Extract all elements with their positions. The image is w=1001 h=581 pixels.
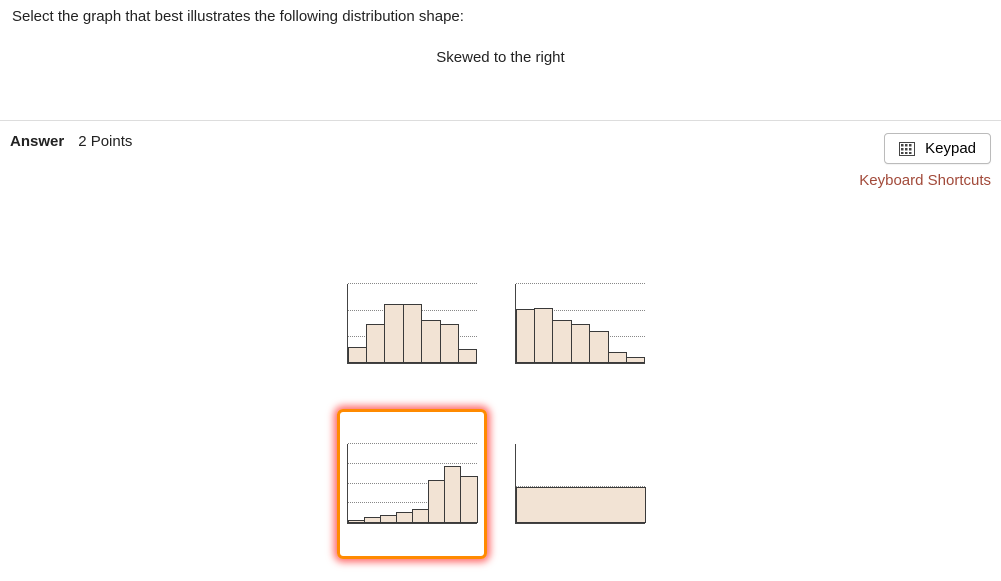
question-block: Select the graph that best illustrates t… <box>0 0 1001 96</box>
bar <box>364 517 381 523</box>
keypad-icon <box>899 142 915 156</box>
bar <box>458 349 477 363</box>
right-controls: Keypad Keyboard Shortcuts <box>859 133 991 189</box>
bars <box>516 284 645 363</box>
keyboard-shortcuts-link[interactable]: Keyboard Shortcuts <box>859 172 991 189</box>
bar <box>403 304 422 363</box>
bar <box>460 476 477 523</box>
bar <box>571 324 590 364</box>
bar <box>396 512 413 523</box>
bar <box>412 509 429 523</box>
bar <box>552 320 571 363</box>
bar <box>516 487 646 523</box>
bar <box>380 515 397 523</box>
bars <box>348 444 477 523</box>
bar <box>366 324 385 364</box>
choice-4[interactable] <box>505 409 655 559</box>
bar <box>589 331 608 363</box>
choice-3[interactable] <box>337 409 487 559</box>
bar <box>440 324 459 364</box>
histogram <box>347 444 477 524</box>
histogram <box>515 284 645 364</box>
points-label: 2 Points <box>78 133 132 150</box>
keypad-button[interactable]: Keypad <box>884 133 991 164</box>
bars <box>348 284 477 363</box>
bar <box>608 352 627 363</box>
question-shape: Skewed to the right <box>12 49 989 66</box>
bar <box>348 347 367 363</box>
answer-bar: Answer 2 Points Keypad Keyboard S <box>0 121 1001 189</box>
question-prompt: Select the graph that best illustrates t… <box>12 8 989 25</box>
bar <box>534 308 553 363</box>
bar <box>626 357 645 363</box>
answer-choices <box>0 249 1001 569</box>
bars <box>516 444 645 523</box>
histogram <box>347 284 477 364</box>
bar <box>421 320 440 363</box>
bar <box>384 304 403 363</box>
bar <box>348 520 365 523</box>
answer-label: Answer <box>10 133 64 150</box>
bar <box>444 466 461 523</box>
bar <box>516 309 535 363</box>
bar <box>428 480 445 523</box>
choice-2[interactable] <box>505 249 655 399</box>
keypad-button-label: Keypad <box>925 140 976 157</box>
choice-1[interactable] <box>337 249 487 399</box>
histogram <box>515 444 645 524</box>
